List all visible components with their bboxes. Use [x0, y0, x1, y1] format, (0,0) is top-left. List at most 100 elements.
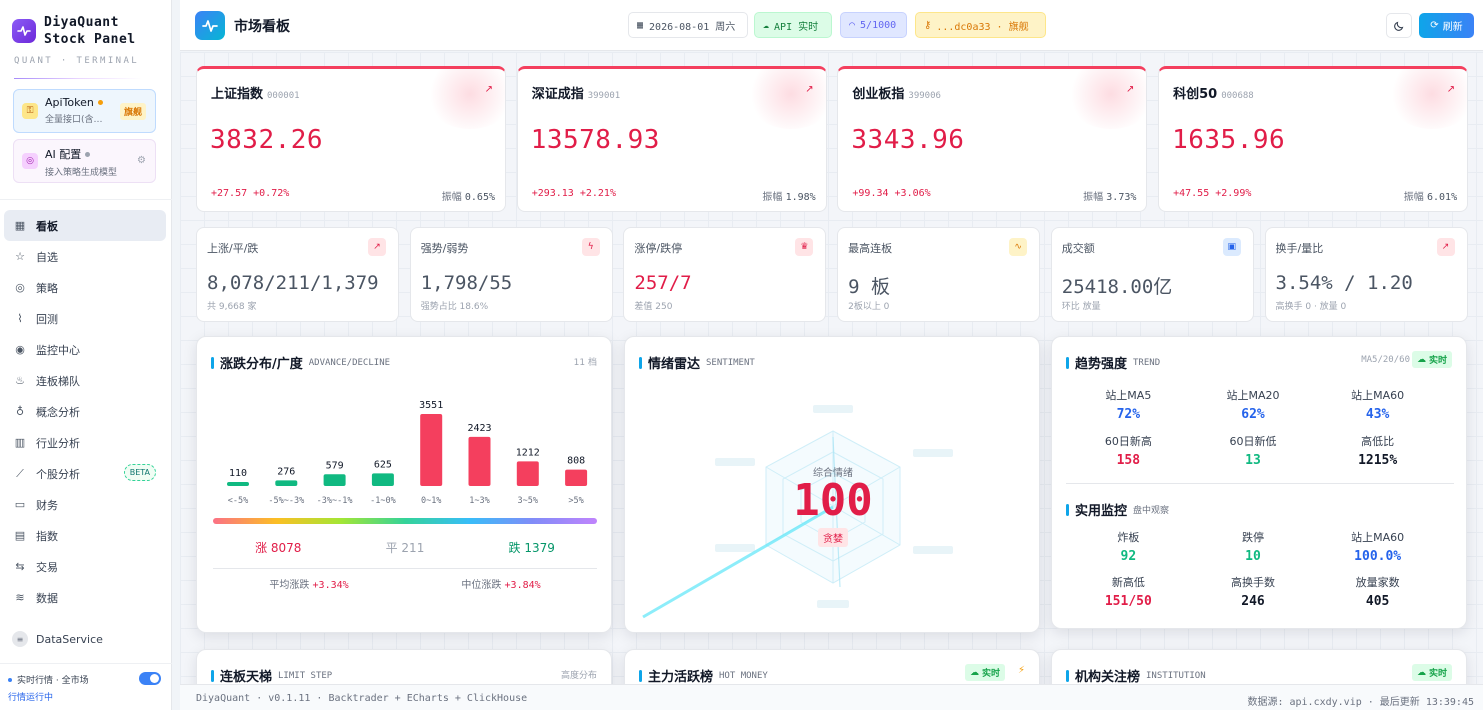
database-icon: ≡ — [12, 631, 28, 647]
advance-decline-panel: 涨跌分布/广度 ADVANCE/DECLINE 11 档 110 <-5% 276 -5… — [196, 336, 612, 633]
index-card[interactable]: 深证成指 399001 ↗ 13578.93 +293.13 +2.21% 振幅 1.98… — [516, 66, 827, 212]
status-dot — [97, 100, 103, 105]
data-service-link[interactable]: ≡ DataService — [12, 631, 103, 647]
bar-6[interactable] — [516, 461, 539, 486]
index-card[interactable]: 科创50 000688 ↗ 1635.96 +47.55 +2.99% 振幅 6.01% — [1158, 66, 1469, 212]
date-picker[interactable]: ▦ 2026-08-01 周六 — [628, 12, 748, 38]
bolt-icon[interactable]: ⚡ — [1018, 665, 1025, 676]
stat-card[interactable]: 成交额 ▣ 25418.00亿 环比 放量 — [1050, 227, 1254, 322]
index-icon: ▤ — [14, 529, 26, 542]
sidebar-item-7[interactable]: ▥ 行业分析 — [4, 427, 166, 458]
stat-card[interactable]: 上涨/平/跌 ↗ 8,078/211/1,379 共 9,668 家 — [196, 227, 399, 322]
brand-title-line1: DiyaQuant — [44, 15, 119, 30]
panel-subtitle: HOT MONEY — [719, 670, 768, 681]
stat-sub: 差值 250 — [634, 302, 673, 312]
amplitude-label: 振幅 — [762, 192, 783, 203]
index-code: 000688 — [1221, 91, 1254, 101]
sidebar-item-11[interactable]: ⇆ 交易 — [4, 551, 166, 582]
bar-value-label: 276 — [277, 466, 295, 477]
metric-value: 72% — [1116, 407, 1141, 422]
stat-sub: 高换手 0 · 放量 0 — [1275, 302, 1347, 312]
sidebar-item-12[interactable]: ≋ 数据 — [4, 582, 166, 613]
sentiment-score: 100 — [793, 475, 873, 526]
realtime-toggle[interactable] — [139, 672, 161, 685]
metric-value: 1215% — [1358, 453, 1398, 468]
sidebar-item-5[interactable]: ♨ 连板梯队 — [4, 365, 166, 396]
sidebar-item-10[interactable]: ▤ 指数 — [4, 520, 166, 551]
stat-card[interactable]: 涨停/跌停 ♛ 257/7 差值 250 — [623, 227, 827, 322]
api-key-badge[interactable]: ⚷ ...dc0a33 · 旗舰 — [915, 12, 1046, 38]
amplitude-label: 振幅 — [441, 192, 462, 203]
gauge-icon: ◠ — [849, 19, 856, 31]
realtime-label: 实时行情 · 全市场 — [17, 676, 89, 686]
sidebar-item-4[interactable]: ◉ 监控中心 — [4, 334, 166, 365]
brand[interactable]: DiyaQuant Stock Panel — [12, 14, 136, 48]
divider — [1066, 483, 1454, 484]
stat-card[interactable]: 换手/量比 ↗ 3.54% / 1.20 高换手 0 · 放量 0 — [1264, 227, 1468, 322]
sidebar-item-1[interactable]: ☆ 自选 — [4, 241, 166, 272]
bar-5[interactable] — [468, 436, 491, 486]
title-accent — [1066, 669, 1069, 682]
stat-value: 25418.00亿 — [1061, 276, 1173, 298]
sidebar-item-3[interactable]: ⌇ 回测 — [4, 303, 166, 334]
sidebar-item-9[interactable]: ▭ 财务 — [4, 489, 166, 520]
stat-label: 强势/弱势 — [420, 242, 469, 255]
brand-subtitle: QUANT · TERMINAL — [14, 56, 140, 66]
sidebar-item-label: 交易 — [36, 560, 58, 574]
ai-config-card[interactable]: ◎ AI 配置 接入策略生成模型 ⚙ — [13, 139, 156, 183]
bar-1[interactable] — [275, 480, 298, 486]
sentiment-tag: 贪婪 — [818, 528, 848, 547]
index-card[interactable]: 创业板指 399006 ↗ 3343.96 +99.34 +3.06% 振幅 3.73% — [837, 66, 1148, 212]
bar-0[interactable] — [227, 482, 249, 486]
bar-2[interactable] — [323, 474, 346, 486]
card-glow — [1066, 69, 1147, 129]
sidebar-item-2[interactable]: ◎ 策略 — [4, 272, 166, 303]
sidebar-item-6[interactable]: ♁ 概念分析 — [4, 396, 166, 427]
bolt-icon: ϟ — [581, 238, 600, 256]
category-tick-label: 0~1% — [421, 496, 441, 506]
median-change-value: +3.84% — [504, 580, 541, 591]
panel-title: 主力活跃榜 — [648, 670, 714, 684]
sidebar-item-8[interactable]: ⟋ 个股分析 BETA — [4, 458, 166, 489]
metric-cell: 新高低 151/50 — [1066, 574, 1191, 609]
metric-label: 放量家数 — [1355, 576, 1400, 589]
wallet-icon: ▭ — [14, 498, 26, 511]
bar-4[interactable] — [420, 414, 443, 486]
stat-card[interactable]: 最高连板 ∿ 9 板 2板以上 0 — [837, 227, 1041, 322]
index-amplitude: 振幅 1.98% — [762, 188, 815, 203]
bar-value-label: 110 — [229, 468, 247, 479]
refresh-button[interactable]: ⟳ 刷新 — [1419, 13, 1474, 38]
metric-label: 站上MA60 — [1351, 531, 1405, 544]
api-token-card[interactable]: ⚿ ApiToken 全量接口(含… 旗舰 — [13, 89, 156, 133]
quota-text: 5/1000 — [860, 19, 897, 31]
robot-icon: ◎ — [22, 153, 38, 169]
data-service-label: DataService — [36, 632, 103, 646]
gear-icon[interactable]: ⚙ — [137, 155, 146, 166]
bar-3[interactable] — [371, 473, 394, 486]
median-change-label: 中位涨跌 — [461, 580, 502, 591]
metric-value: 13 — [1245, 453, 1261, 468]
panel-title: 趋势强度 — [1075, 357, 1128, 372]
metric-label: 炸板 — [1117, 531, 1140, 544]
sidebar-item-0[interactable]: ▦ 看板 — [4, 210, 166, 241]
panel-title: 连板天梯 — [220, 670, 273, 684]
category-tick-label: -5%~-3% — [268, 496, 304, 506]
stat-card[interactable]: 强势/弱势 ϟ 1,798/55 强势占比 18.6% — [409, 227, 613, 322]
index-change: +47.55 +2.99% — [1173, 188, 1252, 199]
index-card[interactable]: 上证指数 000001 ↗ 3832.26 +27.57 +0.72% 振幅 0.65% — [196, 66, 506, 212]
date-text: 2026-08-01 周六 — [649, 21, 736, 33]
bar-value-label: 625 — [374, 459, 392, 470]
up-count: 涨 8078 — [255, 541, 302, 555]
trend-up-icon: ↗ — [484, 84, 493, 95]
strategy-icon: ◎ — [15, 281, 25, 294]
panel-subtitle: TREND — [1133, 357, 1161, 368]
metric-cell: 站上MA5 72% — [1066, 387, 1191, 422]
index-value: 3343.96 — [851, 125, 965, 155]
panel-title: 涨跌分布/广度 — [220, 357, 303, 372]
live-label: 实时 — [1428, 356, 1447, 366]
cloud-icon: ☁ — [969, 667, 979, 678]
metric-value: 92 — [1120, 549, 1137, 564]
bar-7[interactable] — [565, 469, 588, 486]
panel-subtitle: INSTITUTION — [1146, 670, 1206, 681]
theme-toggle-button[interactable] — [1386, 13, 1412, 38]
